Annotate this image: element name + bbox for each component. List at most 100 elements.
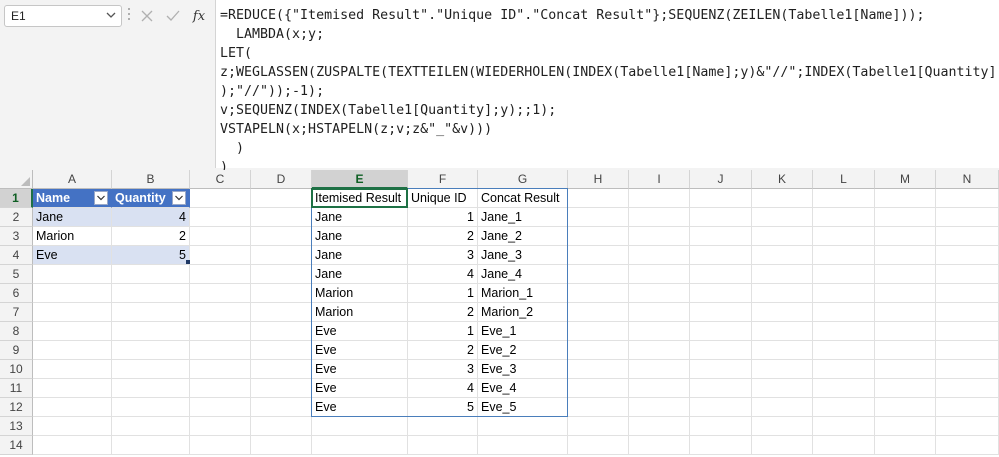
cell-k7[interactable] <box>752 303 813 322</box>
row-header-2[interactable]: 2 <box>0 208 33 227</box>
column-header-m[interactable]: M <box>875 170 936 189</box>
cell-i12[interactable] <box>629 398 690 417</box>
column-header-l[interactable]: L <box>813 170 875 189</box>
row-header-13[interactable]: 13 <box>0 417 33 436</box>
cell-k10[interactable] <box>752 360 813 379</box>
cell-c8[interactable] <box>190 322 251 341</box>
cell-m1[interactable] <box>875 189 936 208</box>
cell-d13[interactable] <box>251 417 312 436</box>
cell-m3[interactable] <box>875 227 936 246</box>
cell-d5[interactable] <box>251 265 312 284</box>
cell-d1[interactable] <box>251 189 312 208</box>
cell-m8[interactable] <box>875 322 936 341</box>
cell-j2[interactable] <box>690 208 752 227</box>
cell-d14[interactable] <box>251 436 312 455</box>
chevron-down-icon[interactable] <box>106 9 116 24</box>
cell-f6[interactable]: 1 <box>408 284 478 303</box>
column-header-j[interactable]: J <box>690 170 752 189</box>
cell-g5[interactable]: Jane_4 <box>478 265 568 284</box>
filter-dropdown-icon[interactable] <box>172 191 186 205</box>
cell-h12[interactable] <box>568 398 629 417</box>
cell-n10[interactable] <box>936 360 999 379</box>
row-header-7[interactable]: 7 <box>0 303 33 322</box>
cell-a11[interactable] <box>33 379 112 398</box>
row-header-3[interactable]: 3 <box>0 227 33 246</box>
cell-i6[interactable] <box>629 284 690 303</box>
cell-a3[interactable]: Marion <box>33 227 112 246</box>
cell-b7[interactable] <box>112 303 190 322</box>
cell-k8[interactable] <box>752 322 813 341</box>
cell-c7[interactable] <box>190 303 251 322</box>
cell-b8[interactable] <box>112 322 190 341</box>
cell-l8[interactable] <box>813 322 875 341</box>
cell-g6[interactable]: Marion_1 <box>478 284 568 303</box>
cell-e10[interactable]: Eve <box>312 360 408 379</box>
cell-j4[interactable] <box>690 246 752 265</box>
cell-i7[interactable] <box>629 303 690 322</box>
cell-b2[interactable]: 4 <box>112 208 190 227</box>
cell-g2[interactable]: Jane_1 <box>478 208 568 227</box>
cell-l10[interactable] <box>813 360 875 379</box>
table-resize-handle[interactable] <box>186 260 190 264</box>
cell-g8[interactable]: Eve_1 <box>478 322 568 341</box>
cell-e6[interactable]: Marion <box>312 284 408 303</box>
row-header-1[interactable]: 1 <box>0 189 33 208</box>
row-header-12[interactable]: 12 <box>0 398 33 417</box>
cell-m9[interactable] <box>875 341 936 360</box>
cell-m14[interactable] <box>875 436 936 455</box>
row-header-6[interactable]: 6 <box>0 284 33 303</box>
row-header-4[interactable]: 4 <box>0 246 33 265</box>
cell-i4[interactable] <box>629 246 690 265</box>
cell-h13[interactable] <box>568 417 629 436</box>
cell-e5[interactable]: Jane <box>312 265 408 284</box>
cell-h14[interactable] <box>568 436 629 455</box>
cell-n3[interactable] <box>936 227 999 246</box>
cell-a5[interactable] <box>33 265 112 284</box>
cell-m2[interactable] <box>875 208 936 227</box>
cell-i10[interactable] <box>629 360 690 379</box>
cell-l12[interactable] <box>813 398 875 417</box>
cell-n5[interactable] <box>936 265 999 284</box>
cell-f4[interactable]: 3 <box>408 246 478 265</box>
cell-i8[interactable] <box>629 322 690 341</box>
row-header-5[interactable]: 5 <box>0 265 33 284</box>
cell-c6[interactable] <box>190 284 251 303</box>
cell-a6[interactable] <box>33 284 112 303</box>
cell-l1[interactable] <box>813 189 875 208</box>
cell-d12[interactable] <box>251 398 312 417</box>
cell-e3[interactable]: Jane <box>312 227 408 246</box>
cell-g13[interactable] <box>478 417 568 436</box>
cell-g11[interactable]: Eve_4 <box>478 379 568 398</box>
cell-l9[interactable] <box>813 341 875 360</box>
cell-f5[interactable]: 4 <box>408 265 478 284</box>
cell-g4[interactable]: Jane_3 <box>478 246 568 265</box>
cell-j11[interactable] <box>690 379 752 398</box>
cell-h10[interactable] <box>568 360 629 379</box>
cell-m7[interactable] <box>875 303 936 322</box>
cell-f14[interactable] <box>408 436 478 455</box>
cell-g7[interactable]: Marion_2 <box>478 303 568 322</box>
cell-e1[interactable]: Itemised Result <box>312 189 408 208</box>
cell-d10[interactable] <box>251 360 312 379</box>
cell-m5[interactable] <box>875 265 936 284</box>
cell-f3[interactable]: 2 <box>408 227 478 246</box>
cell-b6[interactable] <box>112 284 190 303</box>
cell-e14[interactable] <box>312 436 408 455</box>
cell-d3[interactable] <box>251 227 312 246</box>
cell-l11[interactable] <box>813 379 875 398</box>
column-header-f[interactable]: F <box>408 170 478 189</box>
cell-d11[interactable] <box>251 379 312 398</box>
cell-a8[interactable] <box>33 322 112 341</box>
cell-m12[interactable] <box>875 398 936 417</box>
cell-a14[interactable] <box>33 436 112 455</box>
row-header-10[interactable]: 10 <box>0 360 33 379</box>
cell-n8[interactable] <box>936 322 999 341</box>
column-header-g[interactable]: G <box>478 170 568 189</box>
cell-e7[interactable]: Marion <box>312 303 408 322</box>
cell-l14[interactable] <box>813 436 875 455</box>
cell-h3[interactable] <box>568 227 629 246</box>
cell-k5[interactable] <box>752 265 813 284</box>
cell-a10[interactable] <box>33 360 112 379</box>
cell-i3[interactable] <box>629 227 690 246</box>
cell-a4[interactable]: Eve <box>33 246 112 265</box>
